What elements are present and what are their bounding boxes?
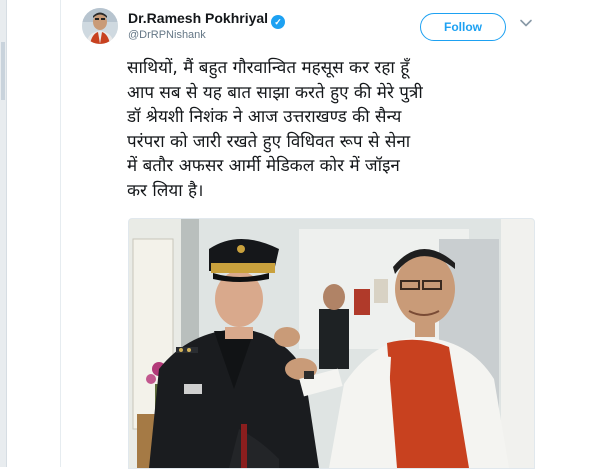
tweet-text-line: डॉ श्रेयशी निशंक ने आज उत्तराखण्ड की सैन… [127,107,402,127]
display-name[interactable]: Dr.Ramesh Pokhriyal ✓ [128,10,286,29]
verified-badge-icon: ✓ [271,15,286,29]
tweet-text-line: परंपरा को जारी रखते हुए विधिवत रूप से से… [127,131,411,152]
tweet-text-line: कर लिया है। [127,180,204,201]
user-handle[interactable]: @DrRPNishank [128,29,206,41]
tweet-text: साथियों, मैं बहुत गौरवान्वित महसूस कर रह… [127,56,552,203]
tweet-text-line: साथियों, मैं बहुत गौरवान्वित महसूस कर रह… [127,58,410,78]
avatar[interactable] [82,8,118,44]
display-name-text[interactable]: Dr.Ramesh Pokhriyal [128,10,268,26]
background-window-edge [0,0,7,467]
tweet-text-line: में बतौर अफसर आर्मी मेडिकल कोर में जॉइन [127,156,400,176]
follow-button[interactable]: Follow [420,13,506,41]
tweet-photo[interactable] [128,218,535,469]
tweet-text-line: आप सब से यह बात साझा करते हुए की मेरे पु… [127,82,423,103]
chevron-down-icon[interactable] [519,16,533,30]
